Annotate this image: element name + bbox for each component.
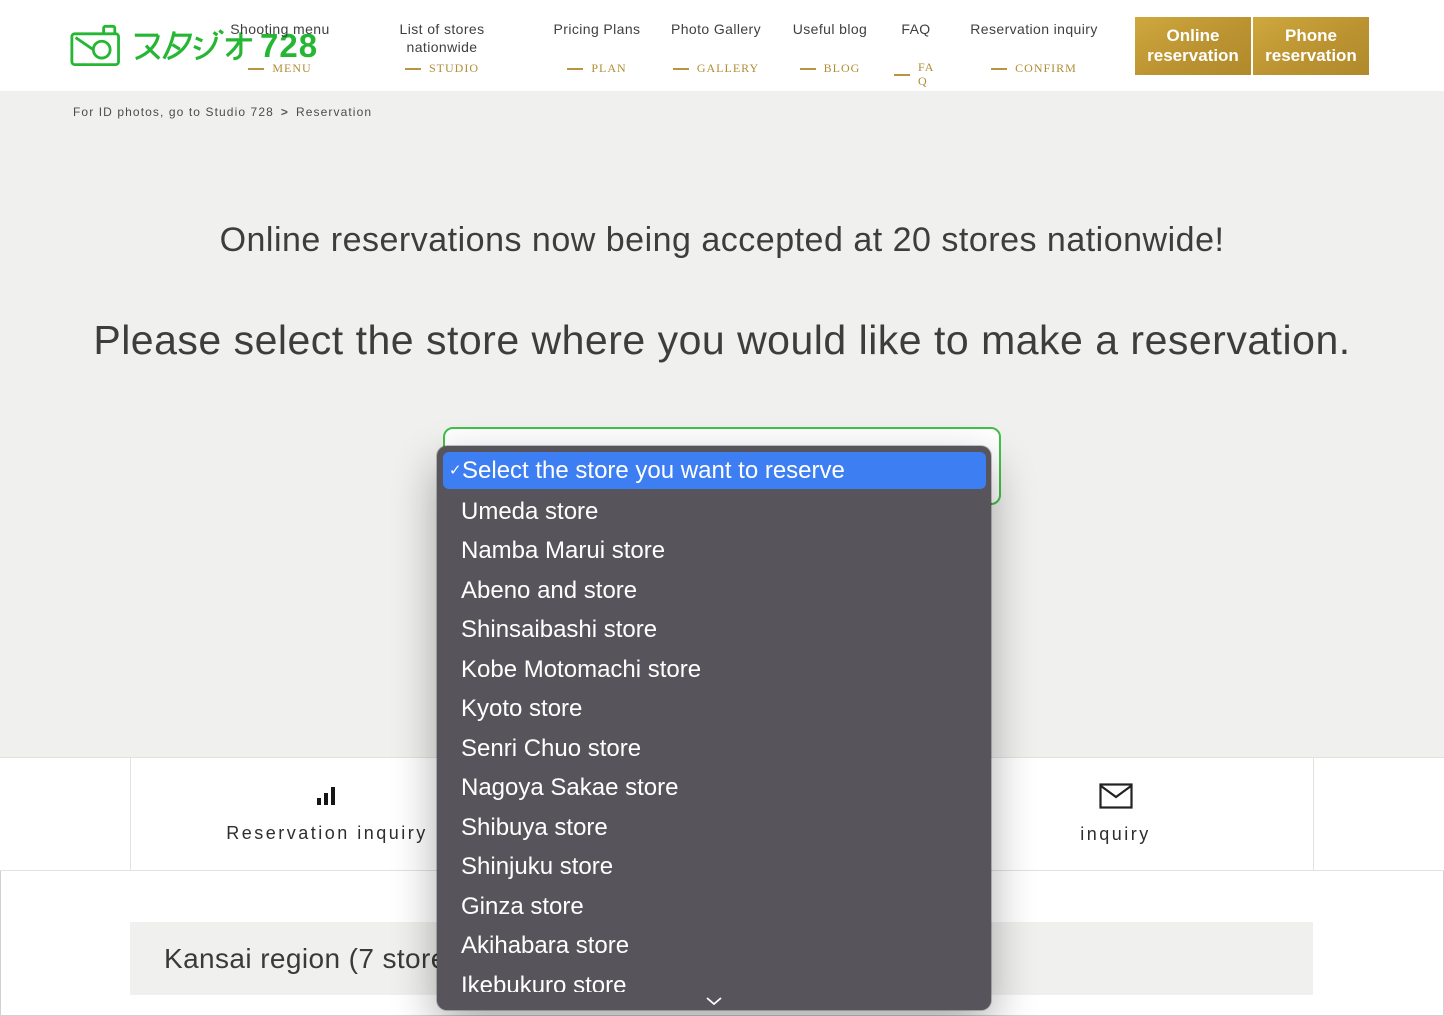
nav-sub-dash	[894, 74, 910, 76]
nav-item-store-list[interactable]: List of stores nationwide STUDIO	[367, 20, 517, 76]
page: { "nav": { "logo": { "text": "スタジオ728", …	[0, 0, 1444, 1016]
nav-sub-dash	[405, 68, 421, 70]
option-shibuya[interactable]: Shibuya store	[437, 808, 991, 848]
nav-sub-label: FAQ	[918, 61, 938, 89]
nav-sub-label: BLOG	[824, 61, 861, 76]
option-ginza[interactable]: Ginza store	[437, 887, 991, 927]
phone-reservation-button[interactable]: Phone reservation	[1253, 17, 1369, 75]
breadcrumb-separator: >	[281, 105, 289, 119]
nav-sub-dash	[248, 68, 264, 70]
nav-sub-dash	[567, 68, 583, 70]
check-icon: ✓	[449, 452, 462, 489]
store-select-dropdown: ✓ Select the store you want to reserve U…	[437, 446, 991, 1010]
nav-item-label: FAQ	[876, 20, 956, 57]
cell-label: inquiry	[1080, 824, 1151, 845]
nav-sub-dash	[991, 68, 1007, 70]
cell-label: Reservation inquiry	[226, 823, 428, 844]
nav-sub-label: MENU	[272, 61, 311, 76]
nav-sub-label: GALLERY	[697, 61, 759, 76]
nav-item-label: Shooting menu	[205, 20, 355, 57]
nav-item-faq[interactable]: FAQ FAQ	[876, 20, 956, 89]
breadcrumb: For ID photos, go to Studio 728 > Reservat…	[73, 105, 372, 119]
breadcrumb-current: Reservation	[296, 105, 372, 119]
option-kobe-motomachi[interactable]: Kobe Motomachi store	[437, 650, 991, 690]
option-akihabara[interactable]: Akihabara store	[437, 926, 991, 966]
chevron-down-icon	[706, 992, 722, 1010]
nav-sub-dash	[673, 68, 689, 70]
camera-icon	[70, 22, 126, 68]
envelope-icon	[1099, 783, 1133, 814]
option-nagoya-sakae[interactable]: Nagoya Sakae store	[437, 768, 991, 808]
header: 728 Shooting menu MENU List of stores na…	[0, 0, 1444, 91]
nav-sub-label: STUDIO	[429, 61, 479, 76]
breadcrumb-home-link[interactable]: For ID photos, go to Studio 728	[73, 105, 274, 119]
header-buttons: Online reservation Phone reservation	[1135, 17, 1369, 75]
divider	[1313, 758, 1314, 870]
option-placeholder[interactable]: ✓ Select the store you want to reserve	[443, 452, 986, 489]
nav-sub-label: PLAN	[591, 61, 626, 76]
nav-sub-dash	[800, 68, 816, 70]
dropdown-scroll-more[interactable]	[437, 992, 991, 1010]
option-abeno-and[interactable]: Abeno and store	[437, 571, 991, 611]
page-subtitle: Please select the store where you would …	[0, 317, 1444, 364]
online-reservation-button[interactable]: Online reservation	[1135, 17, 1251, 75]
page-title: Online reservations now being accepted a…	[0, 221, 1444, 260]
option-senri-chuo[interactable]: Senri Chuo store	[437, 729, 991, 769]
option-kyoto[interactable]: Kyoto store	[437, 689, 991, 729]
option-shinjuku[interactable]: Shinjuku store	[437, 847, 991, 887]
signal-bars-icon	[314, 784, 340, 813]
nav-sub-label: CONFIRM	[1015, 61, 1077, 76]
nav-item-label: List of stores nationwide	[367, 20, 517, 57]
option-shinsaibashi[interactable]: Shinsaibashi store	[437, 610, 991, 650]
nav-item-label: Reservation inquiry	[959, 20, 1109, 57]
option-namba-marui[interactable]: Namba Marui store	[437, 531, 991, 571]
nav-item-shooting-menu[interactable]: Shooting menu MENU	[205, 20, 355, 76]
option-umeda[interactable]: Umeda store	[437, 492, 991, 532]
nav-item-reservation-inquiry[interactable]: Reservation inquiry CONFIRM	[959, 20, 1109, 76]
